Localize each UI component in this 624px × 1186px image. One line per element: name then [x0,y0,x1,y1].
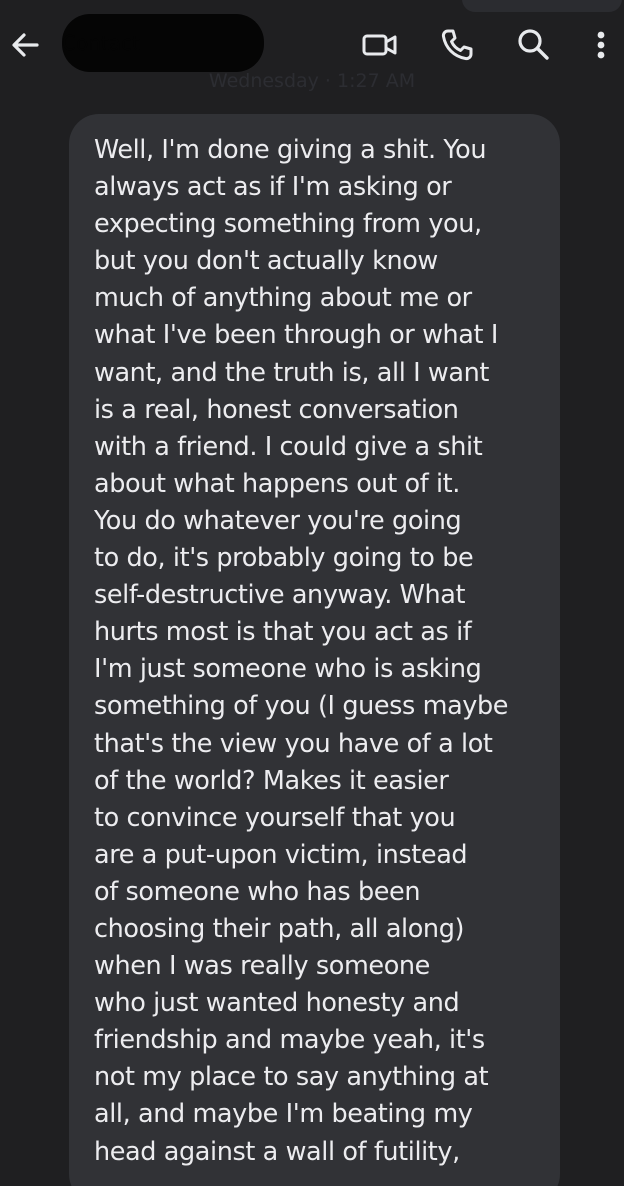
video-call-icon[interactable] [360,28,400,62]
more-vert-icon[interactable] [588,26,614,64]
phone-icon[interactable] [438,26,476,64]
back-arrow-icon[interactable] [8,28,42,62]
search-icon[interactable] [514,26,552,64]
message-text: Well, I'm done giving a shit. You always… [94,135,509,1167]
message-timestamp: Wednesday · 1:27 AM [208,70,416,92]
contact-name[interactable]: Contact [62,14,264,72]
messages-screen: Contact Wednesday · 1:27 AM Well, I'm do… [0,0,624,1186]
